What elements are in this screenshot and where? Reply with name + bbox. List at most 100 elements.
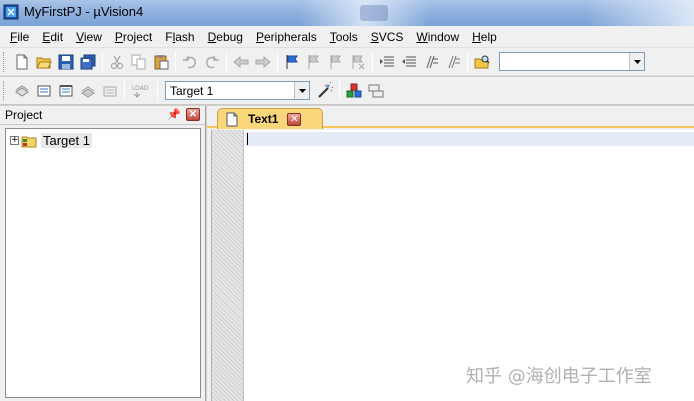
magic-wand-icon — [318, 81, 334, 98]
project-tree: + Target 1 — [5, 128, 201, 398]
navigate-forward-button[interactable] — [252, 51, 274, 73]
bookmark-flag-icon — [286, 54, 298, 69]
save-button[interactable] — [55, 51, 77, 73]
file-extensions-icon — [368, 84, 384, 97]
paste-button[interactable] — [150, 51, 172, 73]
target-folder-icon — [21, 136, 37, 147]
menu-debug[interactable]: Debug — [202, 30, 250, 44]
menu-tools[interactable]: Tools — [324, 30, 365, 44]
download-button[interactable]: LOAD — [128, 80, 154, 102]
build-toolbar: LOAD Target 1 — [0, 77, 694, 105]
cut-button[interactable] — [106, 51, 128, 73]
navigate-back-button[interactable] — [230, 51, 252, 73]
watermark-text: 知乎 @海创电子工作室 — [466, 366, 652, 387]
next-bookmark-icon — [330, 54, 341, 69]
undo-button[interactable] — [179, 51, 201, 73]
tree-item-target[interactable]: + Target 1 — [10, 133, 92, 148]
menu-svcs[interactable]: SVCS — [365, 30, 411, 44]
translate-button[interactable] — [11, 80, 33, 102]
batch-build-button[interactable] — [77, 80, 99, 102]
close-icon[interactable]: ✕ — [186, 108, 200, 121]
redo-icon — [205, 55, 219, 68]
toolbar-separator — [277, 51, 278, 72]
target-select-value: Target 1 — [170, 83, 214, 98]
menu-file[interactable]: File — [4, 30, 36, 44]
toolbar-grip[interactable] — [3, 80, 7, 101]
bookmark-button[interactable] — [281, 51, 303, 73]
find-in-files-icon — [474, 55, 490, 68]
open-folder-icon — [36, 57, 52, 68]
find-combo[interactable] — [499, 52, 645, 71]
undo-icon — [183, 55, 197, 68]
new-file-button[interactable] — [11, 51, 33, 73]
find-in-files-button[interactable] — [471, 51, 493, 73]
unindent-button[interactable] — [398, 51, 420, 73]
text-caret — [247, 133, 248, 145]
tab-text1[interactable]: Text1 ✕ — [217, 108, 323, 129]
prev-bookmark-button[interactable] — [303, 51, 325, 73]
editor-tab-strip: Text1 ✕ — [207, 106, 694, 129]
unindent-icon — [402, 56, 416, 66]
toolbar-separator — [372, 51, 373, 72]
toolbar-separator — [226, 51, 227, 72]
indent-icon — [380, 56, 394, 66]
next-bookmark-button[interactable] — [325, 51, 347, 73]
rebuild-button[interactable] — [55, 80, 77, 102]
menu-flash[interactable]: Flash — [159, 30, 201, 44]
document-icon — [226, 112, 238, 126]
save-all-button[interactable] — [77, 51, 99, 73]
file-extensions-button[interactable] — [365, 80, 387, 102]
close-tab-icon[interactable]: ✕ — [287, 112, 302, 126]
build-button[interactable] — [33, 80, 55, 102]
target-options-button[interactable] — [314, 80, 336, 102]
indent-button[interactable] — [376, 51, 398, 73]
background-blur — [360, 5, 388, 21]
redo-button[interactable] — [201, 51, 223, 73]
batch-build-icon — [81, 85, 95, 98]
arrow-right-icon — [255, 55, 271, 68]
menu-view[interactable]: View — [70, 30, 109, 44]
project-panel-title: Project — [5, 108, 43, 122]
paste-icon — [154, 54, 169, 69]
manage-components-button[interactable] — [343, 80, 365, 102]
toolbar-separator — [157, 80, 158, 101]
editor-area: Text1 ✕ — [207, 106, 694, 401]
manage-components-icon — [346, 83, 362, 97]
uvision-app-icon — [3, 4, 19, 20]
save-all-icon — [80, 54, 96, 69]
toolbar-separator — [175, 51, 176, 72]
code-editor[interactable] — [211, 130, 694, 401]
menu-help[interactable]: Help — [466, 30, 504, 44]
editor-gutter — [212, 130, 244, 401]
open-file-button[interactable] — [33, 51, 55, 73]
project-panel: Project 📌 ✕ + Target 1 — [0, 106, 206, 401]
title-bar[interactable]: MyFirstPJ - µVision4 — [0, 0, 694, 26]
background-blur — [585, 0, 694, 26]
file-toolbar — [0, 48, 694, 76]
stop-build-icon — [103, 86, 117, 96]
chevron-down-icon[interactable] — [629, 53, 644, 70]
toolbar-separator — [102, 51, 103, 72]
current-line-highlight — [245, 132, 694, 146]
uncomment-button[interactable] — [442, 51, 464, 73]
comment-icon — [426, 55, 438, 68]
clear-bookmarks-button[interactable] — [347, 51, 369, 73]
window-title: MyFirstPJ - µVision4 — [24, 4, 144, 19]
stop-build-button[interactable] — [99, 80, 121, 102]
menu-window[interactable]: Window — [410, 30, 466, 44]
chevron-down-icon[interactable] — [294, 82, 309, 99]
menu-project[interactable]: Project — [109, 30, 159, 44]
toolbar-grip[interactable] — [3, 51, 7, 72]
target-select[interactable]: Target 1 — [165, 81, 310, 100]
cut-icon — [111, 55, 123, 69]
copy-icon — [131, 54, 146, 69]
prev-bookmark-icon — [308, 54, 319, 69]
expand-icon[interactable]: + — [10, 136, 19, 145]
comment-button[interactable] — [420, 51, 442, 73]
menu-edit[interactable]: Edit — [36, 30, 70, 44]
menu-peripherals[interactable]: Peripherals — [250, 30, 324, 44]
arrow-left-icon — [233, 55, 249, 68]
clear-bookmarks-icon — [352, 54, 365, 69]
pin-icon[interactable]: 📌 — [167, 108, 181, 121]
copy-button[interactable] — [128, 51, 150, 73]
